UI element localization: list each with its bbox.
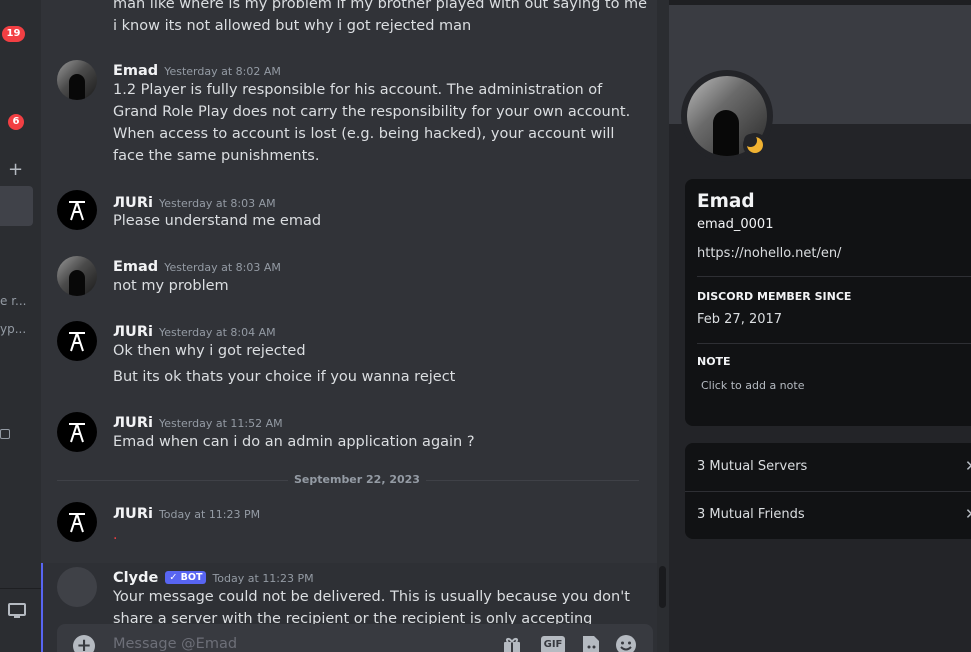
avatar[interactable] <box>57 502 97 542</box>
notification-badge: 6 <box>8 114 24 130</box>
add-server-icon[interactable]: + <box>8 160 23 180</box>
message-header: ЛᑌRi Yesterday at 8:04 AM <box>113 321 276 340</box>
avatar-logo <box>69 332 85 352</box>
display-name: Emad <box>697 191 755 212</box>
note-heading: NOTE <box>697 355 731 368</box>
mutual-friends-label: 3 Mutual Friends <box>697 507 805 522</box>
message-header: Emad Yesterday at 8:03 AM <box>113 256 281 275</box>
notification-badge: 19 <box>2 26 25 42</box>
scrollbar-thumb[interactable] <box>659 566 666 608</box>
selected-channel-item[interactable] <box>0 186 33 226</box>
author-name[interactable]: Emad <box>113 259 158 275</box>
avatar[interactable] <box>57 321 97 361</box>
profile-card: Emad emad_0001 https://nohello.net/en/ D… <box>685 179 971 426</box>
member-since-date: Feb 27, 2017 <box>697 312 783 327</box>
channel-fragment[interactable]: yp... <box>0 322 30 336</box>
avatar[interactable] <box>57 412 97 452</box>
sticker-icon[interactable] <box>579 634 601 652</box>
channel-fragment[interactable]: e r... <box>0 294 30 308</box>
message-line: When access to account is lost (e.g. bei… <box>113 126 615 142</box>
divider <box>0 588 41 589</box>
timestamp: Yesterday at 11:52 AM <box>158 417 283 430</box>
avatar[interactable] <box>57 256 97 296</box>
note-input[interactable]: Click to add a note <box>701 379 804 392</box>
chat-area: man like where is my problem if my broth… <box>41 0 657 652</box>
message-line: Emad when can i do an admin application … <box>113 434 475 450</box>
message-header: Emad Yesterday at 8:02 AM <box>113 60 281 79</box>
moon-status-icon <box>743 133 767 157</box>
author-name[interactable]: Emad <box>113 63 158 79</box>
gift-icon[interactable] <box>501 634 523 652</box>
message-line: face the same punishments. <box>113 148 320 164</box>
chat-scrollbar[interactable] <box>657 0 669 652</box>
avatar-logo <box>69 201 85 221</box>
divider <box>697 276 971 277</box>
failed-message: . <box>113 527 118 543</box>
message-header: ЛᑌRi Yesterday at 11:52 AM <box>113 412 283 431</box>
author-name[interactable]: ЛᑌRi <box>113 506 153 522</box>
author-name[interactable]: ЛᑌRi <box>113 324 153 340</box>
message-line: Please understand me emad <box>113 213 322 229</box>
date-divider-label: September 22, 2023 <box>288 473 426 486</box>
author-name[interactable]: ЛᑌRi <box>113 415 153 431</box>
chevron-right-icon: ✕ <box>965 457 971 475</box>
monitor-icon[interactable] <box>8 602 26 620</box>
mutuals-list: 3 Mutual Servers ✕ 3 Mutual Friends ✕ <box>685 443 971 539</box>
message-header: ЛᑌRi Yesterday at 8:03 AM <box>113 192 276 211</box>
chevron-right-icon: ✕ <box>965 505 971 523</box>
timestamp: Yesterday at 8:03 AM <box>158 197 276 210</box>
message-header: ЛᑌRi Today at 11:23 PM <box>113 503 260 522</box>
timestamp: Yesterday at 8:03 AM <box>164 261 281 274</box>
message-line: Grand Role Play does not carry the respo… <box>113 104 631 120</box>
message-line: man like where is my problem if my broth… <box>113 0 648 12</box>
message-line: i know its not allowed but why i got rej… <box>113 18 472 34</box>
message-line: not my problem <box>113 278 229 294</box>
member-since-heading: DISCORD MEMBER SINCE <box>697 290 852 303</box>
gif-icon[interactable]: GIF <box>541 636 565 652</box>
avatar-logo <box>69 423 85 443</box>
bio-link[interactable]: https://nohello.net/en/ <box>697 246 841 261</box>
channel-icon <box>0 429 10 439</box>
author-name[interactable]: ЛᑌRi <box>113 195 153 211</box>
plus-icon[interactable]: + <box>73 635 95 652</box>
timestamp: Yesterday at 8:04 AM <box>158 326 276 339</box>
user-profile-panel: Emad emad_0001 https://nohello.net/en/ D… <box>669 5 971 652</box>
author-name[interactable]: Clyde <box>113 570 158 586</box>
server-sidebar: 19 6 + e r... yp... <box>0 0 41 652</box>
avatar-logo <box>69 513 85 533</box>
mutual-servers-item[interactable]: 3 Mutual Servers ✕ <box>685 443 971 491</box>
avatar[interactable] <box>57 60 97 100</box>
avatar[interactable] <box>57 190 97 230</box>
timestamp: Today at 11:23 PM <box>212 572 314 585</box>
emoji-icon[interactable] <box>615 634 637 652</box>
username[interactable]: emad_0001 <box>697 217 773 232</box>
message-line: Ok then why i got rejected <box>113 343 306 359</box>
divider <box>697 343 971 344</box>
message-input[interactable]: Message @Emad <box>113 636 237 652</box>
discord-window: 19 6 + e r... yp... man like where is my… <box>0 0 971 652</box>
timestamp: Yesterday at 8:02 AM <box>164 65 281 78</box>
avatar[interactable] <box>57 567 97 607</box>
message-composer: + Message @Emad GIF <box>57 624 653 652</box>
mutual-servers-label: 3 Mutual Servers <box>697 459 808 474</box>
mutual-friends-item[interactable]: 3 Mutual Friends ✕ <box>685 491 971 539</box>
message-line: But its ok thats your choice if you wann… <box>113 369 456 385</box>
timestamp: Today at 11:23 PM <box>158 508 261 521</box>
bot-tag: ✓ BOT <box>165 571 207 584</box>
message-line: Your message could not be delivered. Thi… <box>113 589 630 605</box>
message-line: 1.2 Player is fully responsible for his … <box>113 82 603 98</box>
message-header: Clyde ✓ BOT Today at 11:23 PM <box>113 567 314 586</box>
